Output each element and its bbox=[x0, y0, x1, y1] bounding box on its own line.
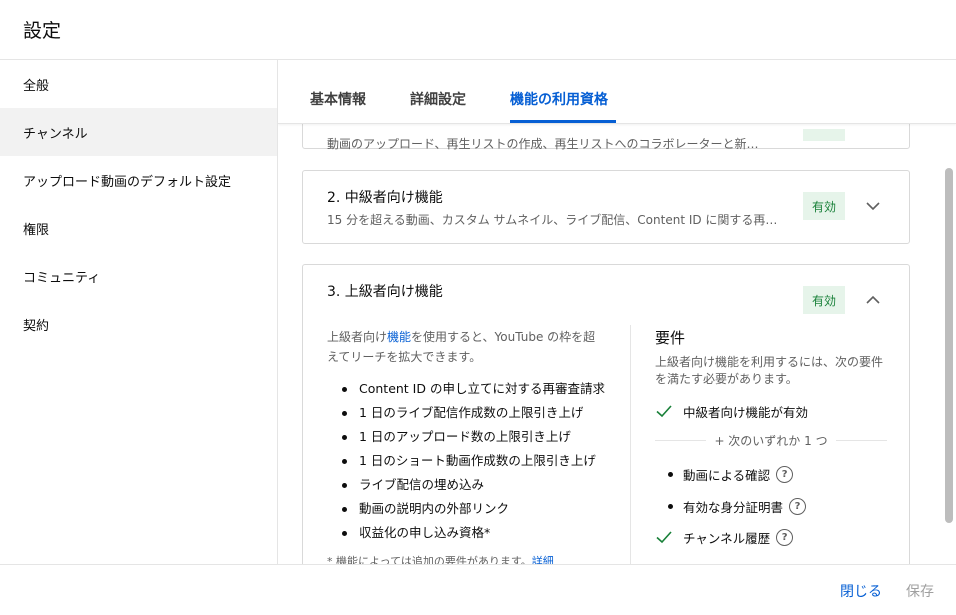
sidebar-item-channel[interactable]: チャンネル bbox=[0, 108, 277, 156]
scrollbar-thumb[interactable] bbox=[945, 168, 953, 523]
list-item: 収益化の申し込み資格* bbox=[327, 521, 607, 545]
chevron-up-icon[interactable] bbox=[865, 292, 881, 308]
help-icon[interactable]: ? bbox=[776, 465, 794, 483]
requirement-option: 有効な身分証明書 ? bbox=[655, 490, 887, 522]
requirements-desc: 上級者向け機能を利用するには、次の要件を満たす必要があります。 bbox=[655, 355, 884, 386]
list-item: 1 日のアップロード数の上限引き上げ bbox=[327, 425, 607, 449]
sidebar-item-upload-defaults[interactable]: アップロード動画のデフォルト設定 bbox=[0, 156, 277, 204]
tab-bar: 基本情報 詳細設定 機能の利用資格 bbox=[278, 60, 956, 124]
list-item: 1 日のライブ配信作成数の上限引き上げ bbox=[327, 401, 607, 425]
sidebar-item-general[interactable]: 全般 bbox=[0, 60, 277, 108]
advanced-features-info: 上級者向け機能を使用すると、YouTube の枠を超えてリーチを拡大できます。 … bbox=[327, 327, 607, 564]
feature-card-desc: 15 分を超える動画、カスタム サムネイル、ライブ配信、Content ID に… bbox=[327, 213, 778, 227]
footnote-text: * 機能によっては追加の要件があります。 bbox=[327, 555, 532, 564]
list-item: ライブ配信の埋め込み bbox=[327, 473, 607, 497]
advanced-feature-list: Content ID の申し立てに対する再審査請求 1 日のライブ配信作成数の上… bbox=[327, 377, 607, 545]
dialog-title: 設定 bbox=[23, 20, 62, 42]
requirement-label: チャンネル履歴 bbox=[683, 530, 771, 546]
list-item: 動画の説明内の外部リンク bbox=[327, 497, 607, 521]
active-tab-indicator bbox=[510, 120, 616, 123]
feature-card-desc: 動画のアップロード、再生リストの作成、再生リストへのコラボレーターと新… bbox=[327, 137, 759, 151]
tab-feature-eligibility[interactable]: 機能の利用資格 bbox=[510, 89, 608, 109]
column-divider bbox=[630, 325, 631, 564]
feature-card-title: 3. 上級者向け機能 bbox=[327, 284, 443, 300]
sidebar-item-permissions[interactable]: 権限 bbox=[0, 204, 277, 252]
status-badge: 有効 bbox=[803, 286, 845, 314]
feature-card-standard[interactable]: 動画のアップロード、再生リストの作成、再生リストへのコラボレーターと新… bbox=[302, 124, 910, 151]
feature-card-intermediate[interactable]: 2. 中級者向け機能 15 分を超える動画、カスタム サムネイル、ライブ配信、C… bbox=[302, 170, 910, 244]
close-button[interactable]: 閉じる bbox=[840, 581, 882, 601]
main-panel: 基本情報 詳細設定 機能の利用資格 動画のアップロード、再生リストの作成、再生リ… bbox=[278, 60, 956, 564]
requirements-panel: 要件 上級者向け機能を利用するには、次の要件を満たす必要があります。 中級者向け… bbox=[655, 327, 887, 552]
settings-sidebar: 全般 チャンネル アップロード動画のデフォルト設定 権限 コミュニティ 契約 bbox=[0, 60, 278, 564]
feature-card-advanced: 3. 上級者向け機能 有効 上級者向け機能を使用すると、YouTube の枠を超… bbox=[302, 264, 910, 564]
tab-basic-info[interactable]: 基本情報 bbox=[310, 89, 366, 109]
requirement-met: 中級者向け機能が有効 bbox=[655, 396, 887, 426]
features-link[interactable]: 機能 bbox=[387, 330, 411, 344]
list-item: Content ID の申し立てに対する再審査請求 bbox=[327, 377, 607, 401]
requirement-label: 中級者向け機能が有効 bbox=[683, 404, 809, 420]
learn-more-link[interactable]: 詳細 bbox=[532, 555, 554, 564]
feature-list[interactable]: 動画のアップロード、再生リストの作成、再生リストへのコラボレーターと新… 2. … bbox=[278, 124, 956, 564]
or-divider: + 次のいずれか 1 つ bbox=[655, 428, 887, 452]
feature-card-title: 2. 中級者向け機能 bbox=[327, 190, 443, 206]
sidebar-item-agreements[interactable]: 契約 bbox=[0, 300, 277, 348]
help-icon[interactable]: ? bbox=[789, 497, 807, 515]
sidebar-item-community[interactable]: コミュニティ bbox=[0, 252, 277, 300]
tab-advanced-settings[interactable]: 詳細設定 bbox=[410, 89, 466, 109]
status-badge bbox=[803, 129, 845, 141]
check-icon bbox=[656, 531, 672, 544]
footnote: * 機能によっては追加の要件があります。詳細 bbox=[327, 553, 607, 564]
requirement-met: チャンネル履歴 ? bbox=[655, 522, 887, 552]
advanced-intro: 上級者向け機能を使用すると、YouTube の枠を超えてリーチを拡大できます。 bbox=[327, 327, 607, 367]
save-button[interactable]: 保存 bbox=[906, 581, 934, 601]
requirements-title: 要件 bbox=[655, 329, 686, 347]
or-label: + 次のいずれか 1 つ bbox=[714, 433, 828, 448]
requirement-option-label: 動画による確認 bbox=[683, 467, 771, 483]
list-item: 1 日のショート動画作成数の上限引き上げ bbox=[327, 449, 607, 473]
dialog-header: 設定 bbox=[0, 0, 956, 60]
help-icon[interactable]: ? bbox=[776, 528, 794, 546]
intro-text-before: 上級者向け bbox=[327, 330, 388, 344]
chevron-down-icon[interactable] bbox=[865, 198, 881, 214]
check-icon bbox=[656, 405, 672, 418]
requirement-option: 動画による確認 ? bbox=[655, 458, 887, 490]
requirement-option-label: 有効な身分証明書 bbox=[683, 499, 784, 515]
dialog-footer: 閉じる 保存 bbox=[0, 564, 956, 615]
status-badge: 有効 bbox=[803, 192, 845, 220]
